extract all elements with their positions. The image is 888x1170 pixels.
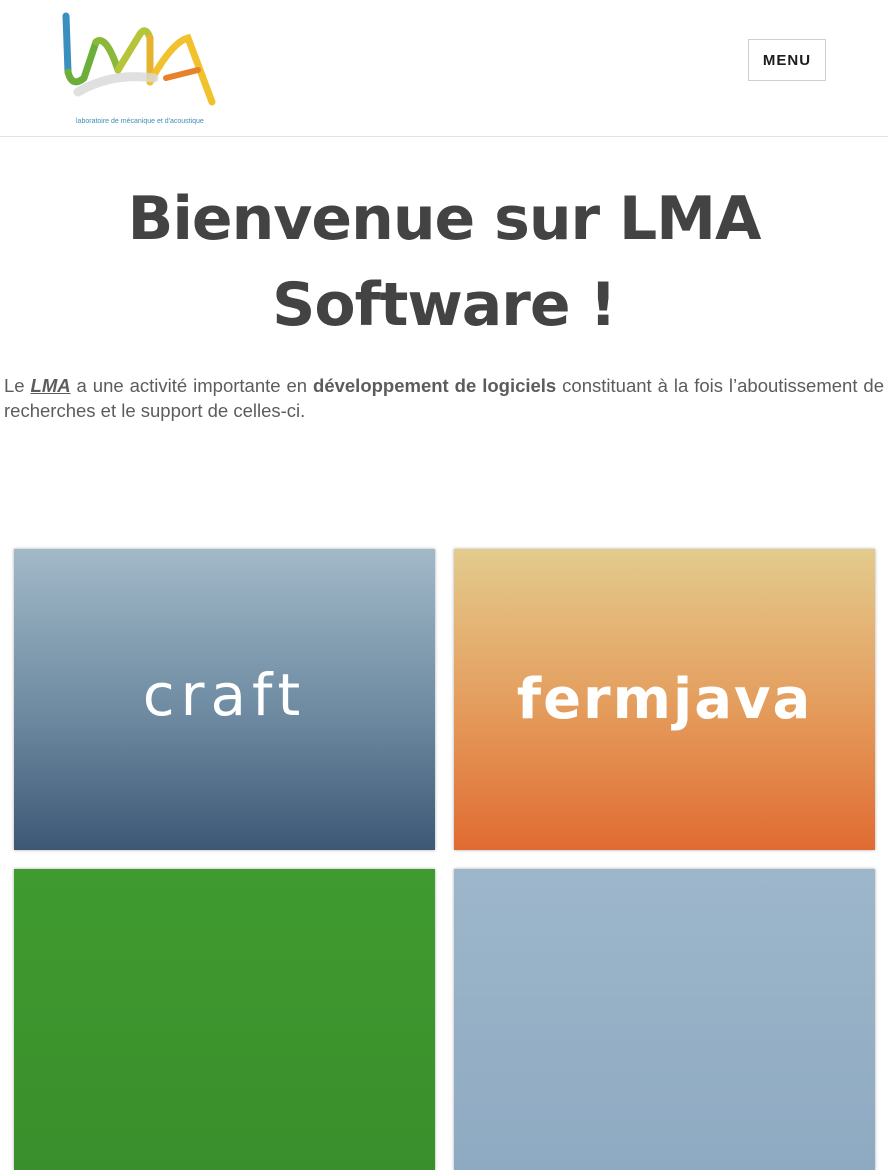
craft-logo-text: craft xyxy=(142,661,307,729)
lma-logo[interactable]: laboratoire de mécanique et d'acoustique xyxy=(62,12,224,130)
fermjava-logo-text: fermjava xyxy=(516,667,813,732)
intro-text: a une activité importante en xyxy=(70,375,314,396)
lma-logo-mark xyxy=(62,12,216,106)
intro-paragraph: Le LMA a une activité importante en déve… xyxy=(4,373,884,423)
intro-bold-text: développement de logiciels xyxy=(313,375,557,396)
menu-button[interactable]: MENU xyxy=(748,39,826,81)
tile-green[interactable] xyxy=(14,869,435,1170)
tile-craft[interactable]: craft xyxy=(14,549,435,850)
intro-text: Le xyxy=(4,375,31,396)
lma-link[interactable]: LMA xyxy=(31,375,71,396)
tile-fermjava[interactable]: fermjava xyxy=(454,549,875,850)
site-header: laboratoire de mécanique et d'acoustique… xyxy=(0,0,888,137)
logo-caption: laboratoire de mécanique et d'acoustique xyxy=(76,118,204,125)
page-title: Bienvenue sur LMA Software ! xyxy=(127,184,762,340)
tile-blue[interactable] xyxy=(454,869,875,1170)
